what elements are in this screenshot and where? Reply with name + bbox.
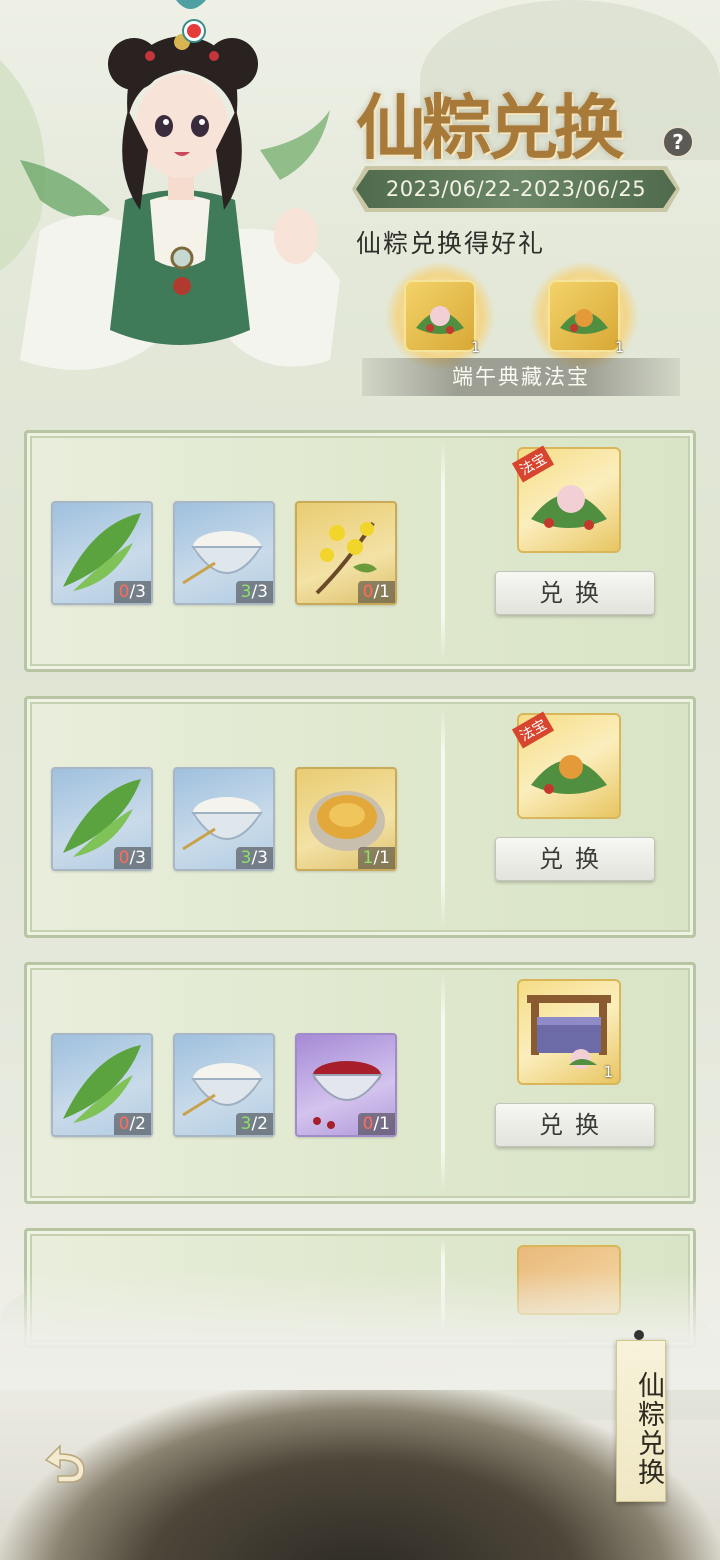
preview-item-count: 1 xyxy=(615,340,624,356)
character-illustration xyxy=(0,0,340,370)
preview-reward-item[interactable]: 1 xyxy=(530,262,638,370)
notification-dot xyxy=(184,21,204,41)
reward-count: 1 xyxy=(603,1063,613,1081)
preview-item-count: 1 xyxy=(471,340,480,356)
exchange-card: 0/3 3/3 0/1 法宝 兑换 xyxy=(24,430,696,672)
material-slot[interactable]: 0/3 xyxy=(51,501,153,605)
material-count: 1/1 xyxy=(357,847,395,869)
material-slot[interactable]: 1/1 xyxy=(295,767,397,871)
material-slot[interactable]: 0/2 xyxy=(51,1033,153,1137)
material-count: 3/2 xyxy=(235,1113,273,1135)
material-slot[interactable]: 3/3 xyxy=(173,501,275,605)
tab-pin xyxy=(634,1330,644,1340)
material-count: 0/3 xyxy=(113,581,151,603)
material-count: 0/1 xyxy=(357,1113,395,1135)
help-button[interactable]: ? xyxy=(662,126,694,158)
material-slot[interactable]: 0/3 xyxy=(51,767,153,871)
material-count: 0/1 xyxy=(357,581,395,603)
exchange-button[interactable]: 兑换 xyxy=(495,1103,655,1147)
material-slot[interactable]: 3/3 xyxy=(173,767,275,871)
gift-caption: 仙粽兑换得好礼 xyxy=(356,229,546,258)
exchange-button[interactable]: 兑换 xyxy=(495,837,655,881)
side-tab-zongzi-exchange[interactable]: 仙粽兑换 xyxy=(616,1340,666,1502)
treasure-banner: 端午典藏法宝 xyxy=(362,358,680,396)
reward-slot[interactable]: 法宝 xyxy=(511,445,621,553)
date-range: 2023/06/22-2023/06/25 xyxy=(356,170,676,208)
preview-reward-item[interactable]: 1 xyxy=(386,262,494,370)
zongzi-treasure-icon xyxy=(548,280,620,352)
material-count: 3/3 xyxy=(235,847,273,869)
question-mark-icon: ? xyxy=(672,130,684,154)
material-count: 0/3 xyxy=(113,847,151,869)
event-title: 仙粽兑换 xyxy=(356,60,676,170)
material-count: 0/2 xyxy=(113,1113,151,1135)
event-title-text: 仙粽兑换 xyxy=(356,86,624,169)
scroll-fade xyxy=(0,1270,720,1390)
exchange-card: 0/3 3/3 1/1 法宝 兑换 xyxy=(24,696,696,938)
exchange-card: 0/2 3/2 0/1 1 兑换 xyxy=(24,962,696,1204)
reward-slot[interactable]: 1 xyxy=(517,979,621,1085)
material-slot[interactable]: 3/2 xyxy=(173,1033,275,1137)
back-arrow-icon[interactable] xyxy=(36,1438,92,1488)
exchange-button[interactable]: 兑换 xyxy=(495,571,655,615)
material-slot[interactable]: 0/1 xyxy=(295,501,397,605)
material-slot[interactable]: 0/1 xyxy=(295,1033,397,1137)
material-count: 3/3 xyxy=(235,581,273,603)
background-ground xyxy=(0,1380,720,1560)
zongzi-treasure-icon xyxy=(404,280,476,352)
reward-slot[interactable]: 法宝 xyxy=(511,711,621,819)
